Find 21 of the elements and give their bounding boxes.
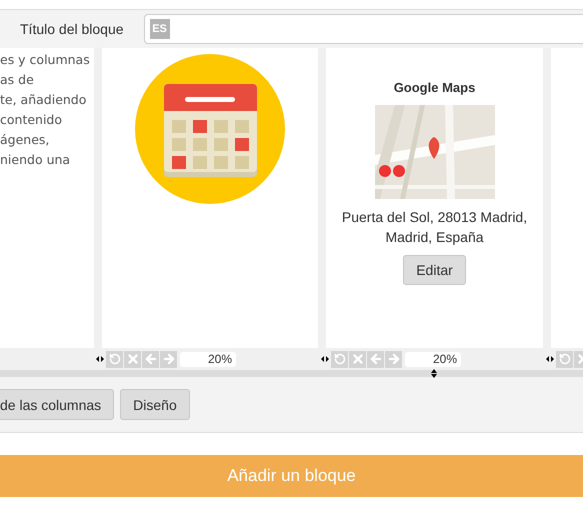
map-title: Google Maps [394,80,476,95]
toolbar-button[interactable]: Diseño [120,389,190,420]
resize-icon[interactable] [546,356,554,362]
language-badge: ES [150,19,170,39]
toolbar-button[interactable]: de las columnas [0,389,114,420]
description-text: es y columnas as de te, añadiendo contenido ágenes, niendo una [0,51,91,169]
close-icon[interactable] [349,350,366,368]
close-icon[interactable] [124,350,141,368]
block-title-label: Título del bloque [20,21,124,37]
resize-icon[interactable] [96,356,104,362]
vertical-resize-icon[interactable] [431,369,437,378]
column-width-field[interactable]: 20% [405,352,461,366]
arrow-left-icon[interactable] [142,350,159,368]
resize-icon[interactable] [321,356,329,362]
calendar-icon [135,54,285,204]
column-width-field[interactable]: 20% [180,352,236,366]
map-address: Puerta del Sol, 28013 Madrid, Madrid, España [340,208,528,247]
arrow-right-icon[interactable] [160,350,177,368]
arrow-left-icon[interactable] [367,350,384,368]
arrow-right-icon[interactable] [385,350,402,368]
edit-button[interactable]: Editar [403,255,466,285]
